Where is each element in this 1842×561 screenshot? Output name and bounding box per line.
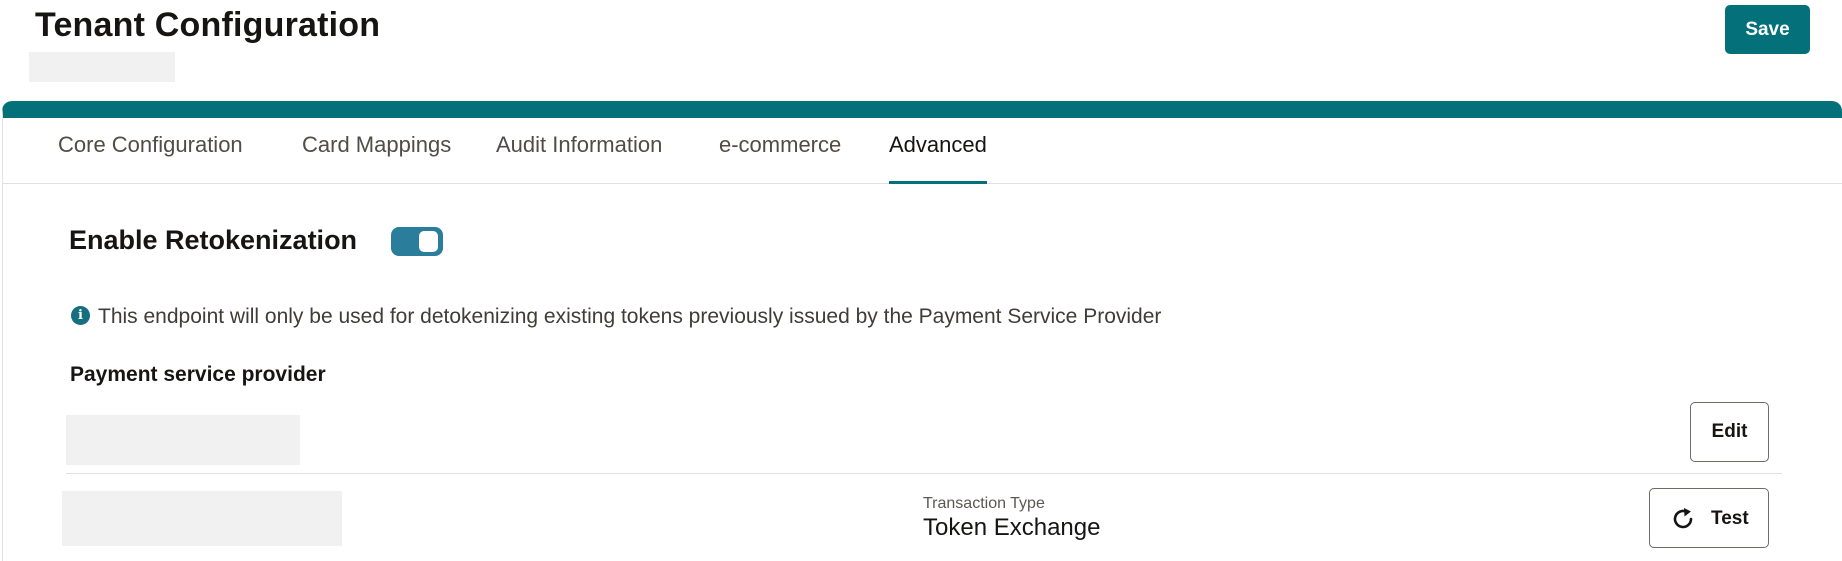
retokenization-label: Enable Retokenization <box>69 225 358 255</box>
test-button[interactable]: Test <box>1649 488 1769 548</box>
refresh-icon <box>1673 508 1693 529</box>
tab-bar: Core Configuration Card Mappings Audit I… <box>3 118 1842 184</box>
psp-name-placeholder <box>66 415 300 465</box>
tab-core-configuration[interactable]: Core Configuration <box>58 132 243 184</box>
toggle-knob <box>419 231 438 252</box>
psp-heading: Payment service provider <box>70 363 326 386</box>
info-text: This endpoint will only be used for deto… <box>98 305 1162 328</box>
tab-audit-information[interactable]: Audit Information <box>496 132 662 184</box>
page-title: Tenant Configuration <box>35 6 381 44</box>
tab-advanced[interactable]: Advanced <box>889 132 987 184</box>
test-button-label: Test <box>1711 508 1749 529</box>
retokenization-toggle[interactable] <box>391 227 443 256</box>
configuration-panel: Core Configuration Card Mappings Audit I… <box>2 101 1842 561</box>
endpoint-placeholder <box>62 491 342 546</box>
tab-card-mappings[interactable]: Card Mappings <box>302 132 451 184</box>
transaction-type-label: Transaction Type <box>923 495 1045 512</box>
tab-e-commerce[interactable]: e-commerce <box>719 132 841 184</box>
edit-button[interactable]: Edit <box>1690 402 1769 462</box>
transaction-type-value: Token Exchange <box>923 514 1101 541</box>
save-button[interactable]: Save <box>1725 5 1810 54</box>
row-divider <box>66 473 1782 474</box>
title-placeholder <box>29 52 175 82</box>
info-icon: i <box>71 306 90 325</box>
